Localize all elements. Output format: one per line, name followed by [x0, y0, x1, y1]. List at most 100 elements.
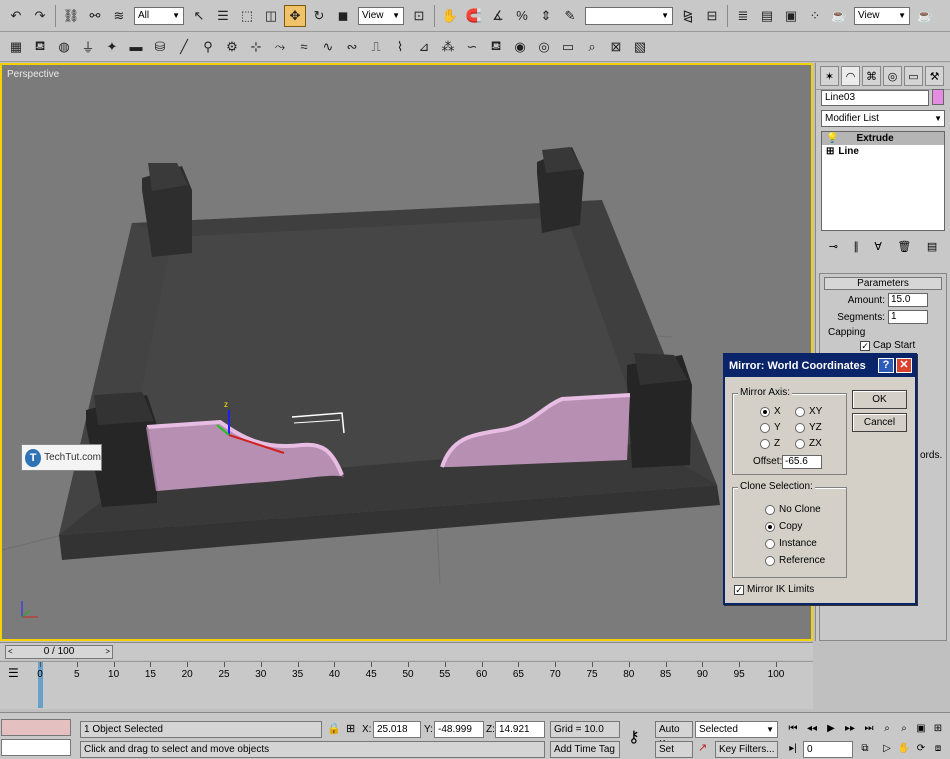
y-coordinate-field[interactable]: -48.999	[434, 721, 484, 738]
cap-start-checkbox[interactable]: ✓	[860, 340, 870, 351]
snap-toggle-icon[interactable]: 🧲	[463, 5, 485, 27]
add-time-tag-button[interactable]: Add Time Tag	[550, 741, 620, 758]
box-icon[interactable]: ▦	[5, 36, 27, 58]
zoom-icon[interactable]: ⌕	[878, 721, 896, 738]
scale-icon[interactable]: ◼	[332, 5, 354, 27]
modifier-list-dropdown[interactable]: Modifier List ▼	[821, 110, 945, 127]
light-icon[interactable]: ⊹	[245, 36, 267, 58]
zoom-region-icon[interactable]: ⌕	[581, 36, 603, 58]
percent-snap-icon[interactable]: %	[511, 5, 533, 27]
key-mode-dropdown[interactable]: Selected ▼	[695, 721, 778, 738]
twist-icon[interactable]: ∾	[341, 36, 363, 58]
quick-render-icon[interactable]: ☕	[914, 5, 936, 27]
arc-rotate-icon[interactable]: ⟳	[912, 741, 930, 758]
unlink-icon[interactable]: ⚯	[84, 5, 106, 27]
show-end-result-icon[interactable]: ∥	[853, 240, 859, 253]
ripple-icon[interactable]: ∿	[317, 36, 339, 58]
key-icon[interactable]: ⚷	[628, 727, 640, 747]
offset-spinner[interactable]: -65.6	[782, 455, 822, 469]
angle-snap-icon[interactable]: ∡	[487, 5, 509, 27]
object-color-swatch[interactable]	[932, 89, 944, 105]
x-coordinate-field[interactable]: 25.018	[373, 721, 421, 738]
next-frame-icon[interactable]: ▸▸	[841, 721, 859, 738]
zoom-all-icon[interactable]: ⌕	[895, 721, 913, 738]
render-icon[interactable]: ⊠	[605, 36, 627, 58]
curve-editor-icon[interactable]: ▤	[756, 5, 778, 27]
cancel-button[interactable]: Cancel	[852, 413, 907, 432]
amount-spinner[interactable]: 15.0	[888, 293, 928, 307]
track-bar-menu-icon[interactable]: ☰	[8, 666, 19, 680]
expand-icon[interactable]: ⊞	[826, 146, 834, 157]
spinner-snap-icon[interactable]: ⇕	[535, 5, 557, 27]
make-unique-icon[interactable]: ∀	[874, 240, 882, 253]
set-key-button[interactable]: Set Key	[655, 741, 693, 758]
rollout-title[interactable]: Parameters	[824, 277, 942, 290]
render-setup-icon[interactable]: ◎	[533, 36, 555, 58]
clone-radio-instance[interactable]: Instance	[765, 538, 817, 549]
track-bar[interactable]: ☰ 0 5 10 15 20 25 30 35 40 45 50 55 60 65 70 75 80 85 90 95…	[0, 661, 813, 709]
rendered-frame-icon[interactable]: ▭	[557, 36, 579, 58]
key-filters-button[interactable]: Key Filters...	[715, 741, 778, 758]
zoom-extents-all-icon[interactable]: ⊞	[929, 721, 947, 738]
z-coordinate-field[interactable]: 14.921	[495, 721, 545, 738]
mirror-ik-checkbox[interactable]: ✓	[734, 584, 744, 595]
axis-radio-z[interactable]: Z	[760, 438, 780, 449]
camera-icon[interactable]: ⚲	[197, 36, 219, 58]
sphere-icon[interactable]: ◍	[53, 36, 75, 58]
undo-icon[interactable]: ↶	[5, 5, 27, 27]
bind-space-warp-icon[interactable]: ≋	[108, 5, 130, 27]
axis-radio-y[interactable]: Y	[760, 422, 781, 433]
selection-filter-dropdown[interactable]: All ▼	[134, 6, 184, 25]
utilities-tab-icon[interactable]: ⚒	[925, 66, 944, 86]
material-icon[interactable]: ⛾	[485, 36, 507, 58]
batch-render-icon[interactable]: ▧	[629, 36, 651, 58]
rectangle-selection-icon[interactable]: ⬚	[236, 5, 258, 27]
curve-icon[interactable]: ↗	[698, 741, 707, 754]
lightbulb-icon[interactable]: 💡	[826, 133, 838, 144]
create-tab-icon[interactable]: ✶	[820, 66, 839, 86]
dialog-title-bar[interactable]: Mirror: World Coordinates ? ✕	[725, 355, 915, 377]
perspective-viewport[interactable]: z Perspective T TechTut.com	[0, 63, 813, 641]
cylinder-icon[interactable]: ⛁	[149, 36, 171, 58]
axis-radio-yz[interactable]: YZ	[795, 422, 822, 433]
extrude-icon[interactable]: ⎍	[365, 36, 387, 58]
stack-item-extrude[interactable]: 💡 Extrude	[822, 132, 944, 145]
named-selection-dropdown[interactable]: ▼	[585, 6, 673, 25]
current-frame-field[interactable]: 0	[803, 741, 853, 758]
key-mode-toggle-icon[interactable]: ▸|	[784, 741, 802, 758]
remove-modifier-icon[interactable]: 🗑	[897, 240, 911, 253]
time-configuration-icon[interactable]: ⧉	[856, 741, 874, 758]
previous-frame-icon[interactable]: ◂◂	[803, 721, 821, 738]
time-slider[interactable]: < 0 / 100 >	[5, 645, 113, 659]
chevron-right-icon[interactable]: >	[105, 646, 110, 658]
stack-item-line[interactable]: ⊞ Line	[822, 145, 944, 158]
chevron-left-icon[interactable]: <	[8, 646, 13, 658]
move-icon[interactable]: ✥	[284, 4, 306, 27]
pan-icon[interactable]: ✋	[895, 741, 913, 758]
mirror-icon[interactable]: ⧎	[677, 5, 699, 27]
clone-radio-no-clone[interactable]: No Clone	[765, 504, 821, 515]
close-button[interactable]: ✕	[896, 358, 912, 373]
go-to-end-icon[interactable]: ⏭	[860, 721, 878, 738]
plane-icon[interactable]: ▬	[125, 36, 147, 58]
segments-spinner[interactable]: 1	[888, 310, 928, 324]
motion-tab-icon[interactable]: ◎	[883, 66, 902, 86]
window-crossing-icon[interactable]: ◫	[260, 5, 282, 27]
manipulate-icon[interactable]: ✋	[439, 5, 461, 27]
teapot-icon[interactable]: ⛾	[29, 36, 51, 58]
helper-icon[interactable]: ✦	[101, 36, 123, 58]
maximize-viewport-icon[interactable]: ⧈	[929, 741, 947, 758]
hierarchy-tab-icon[interactable]: ⌘	[862, 66, 881, 86]
render-type-dropdown[interactable]: View ▼	[854, 6, 910, 25]
help-button[interactable]: ?	[878, 358, 894, 373]
noise-icon[interactable]: ⁂	[437, 36, 459, 58]
bend-icon[interactable]: ⤳	[269, 36, 291, 58]
select-by-name-icon[interactable]: ☰	[212, 5, 234, 27]
select-link-icon[interactable]: ⛓	[60, 5, 82, 27]
go-to-start-icon[interactable]: ⏮	[784, 721, 802, 738]
layer-manager-icon[interactable]: ≣	[732, 5, 754, 27]
zoom-extents-icon[interactable]: ▣	[912, 721, 930, 738]
axis-radio-zx[interactable]: ZX	[795, 438, 822, 449]
reference-coordinate-dropdown[interactable]: View ▼	[358, 6, 404, 25]
wave-icon[interactable]: ≈	[293, 36, 315, 58]
